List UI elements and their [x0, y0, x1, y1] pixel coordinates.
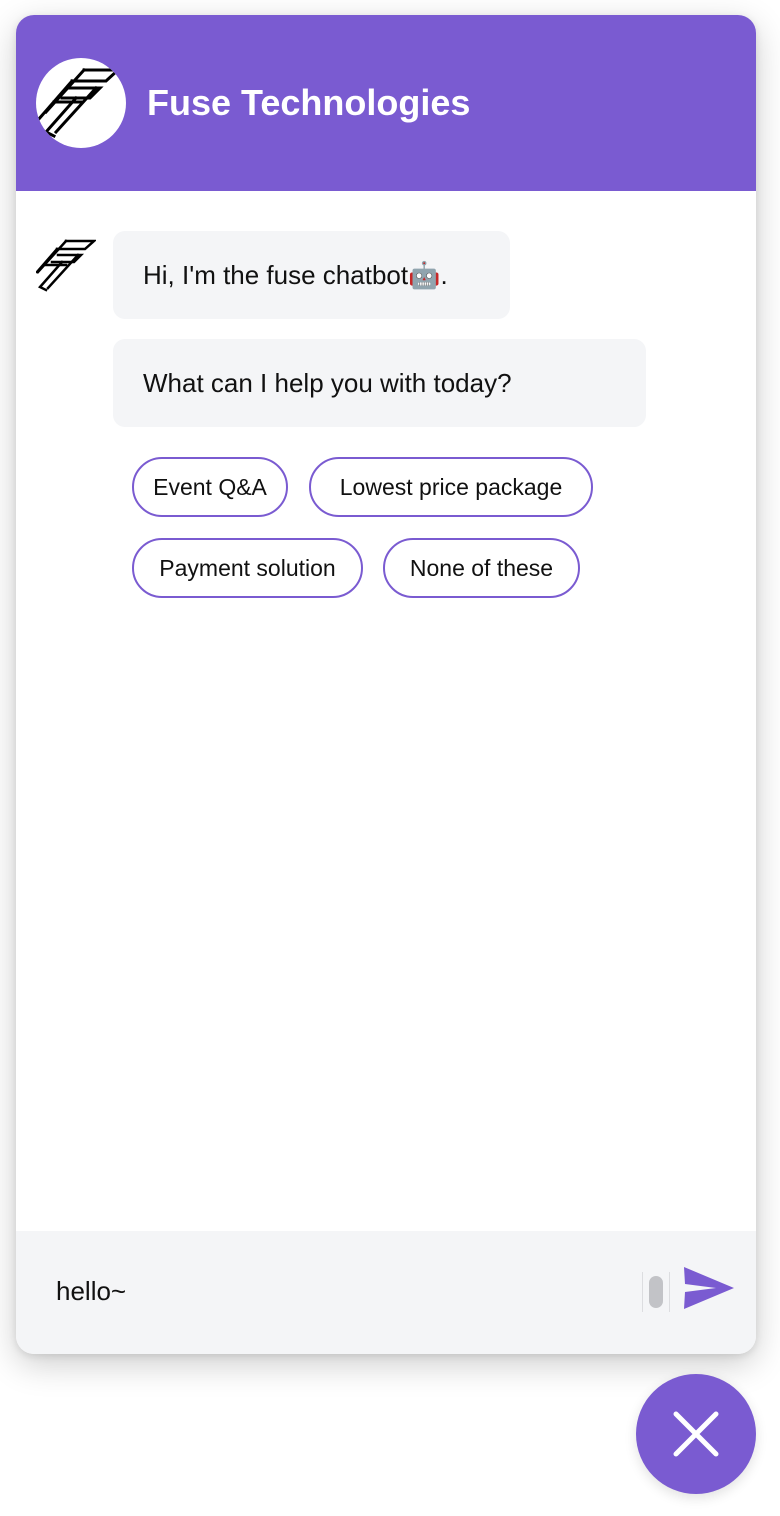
quick-reply-none-of-these[interactable]: None of these [383, 538, 580, 598]
message-list: Hi, I'm the fuse chatbot🤖. What can I he… [16, 191, 756, 1231]
scrollbar-thumb[interactable] [649, 1276, 663, 1308]
header-title: Fuse Technologies [147, 82, 471, 123]
bot-message: What can I help you with today? [113, 339, 646, 427]
close-icon [673, 1411, 719, 1457]
send-icon [684, 1267, 734, 1309]
input-scrollbar[interactable] [642, 1272, 670, 1312]
fuse-logo-icon [36, 67, 122, 139]
company-logo-avatar [36, 58, 126, 148]
fuse-logo-icon [35, 239, 98, 292]
quick-reply-event-qa[interactable]: Event Q&A [132, 457, 288, 517]
message-composer [16, 1231, 756, 1354]
chat-header: Fuse Technologies [16, 15, 756, 191]
quick-reply-payment-solution[interactable]: Payment solution [132, 538, 363, 598]
bot-avatar [35, 236, 98, 294]
bot-message: Hi, I'm the fuse chatbot🤖. [113, 231, 510, 319]
chat-widget: Fuse Technologies Hi, I'm the fuse chatb… [16, 15, 756, 1354]
message-input[interactable] [54, 1261, 618, 1321]
message-text: What can I help you with today? [143, 368, 512, 398]
quick-reply-lowest-price-package[interactable]: Lowest price package [309, 457, 593, 517]
send-button[interactable] [682, 1264, 736, 1312]
message-text: Hi, I'm the fuse chatbot🤖. [143, 260, 448, 290]
close-chat-button[interactable] [636, 1374, 756, 1494]
